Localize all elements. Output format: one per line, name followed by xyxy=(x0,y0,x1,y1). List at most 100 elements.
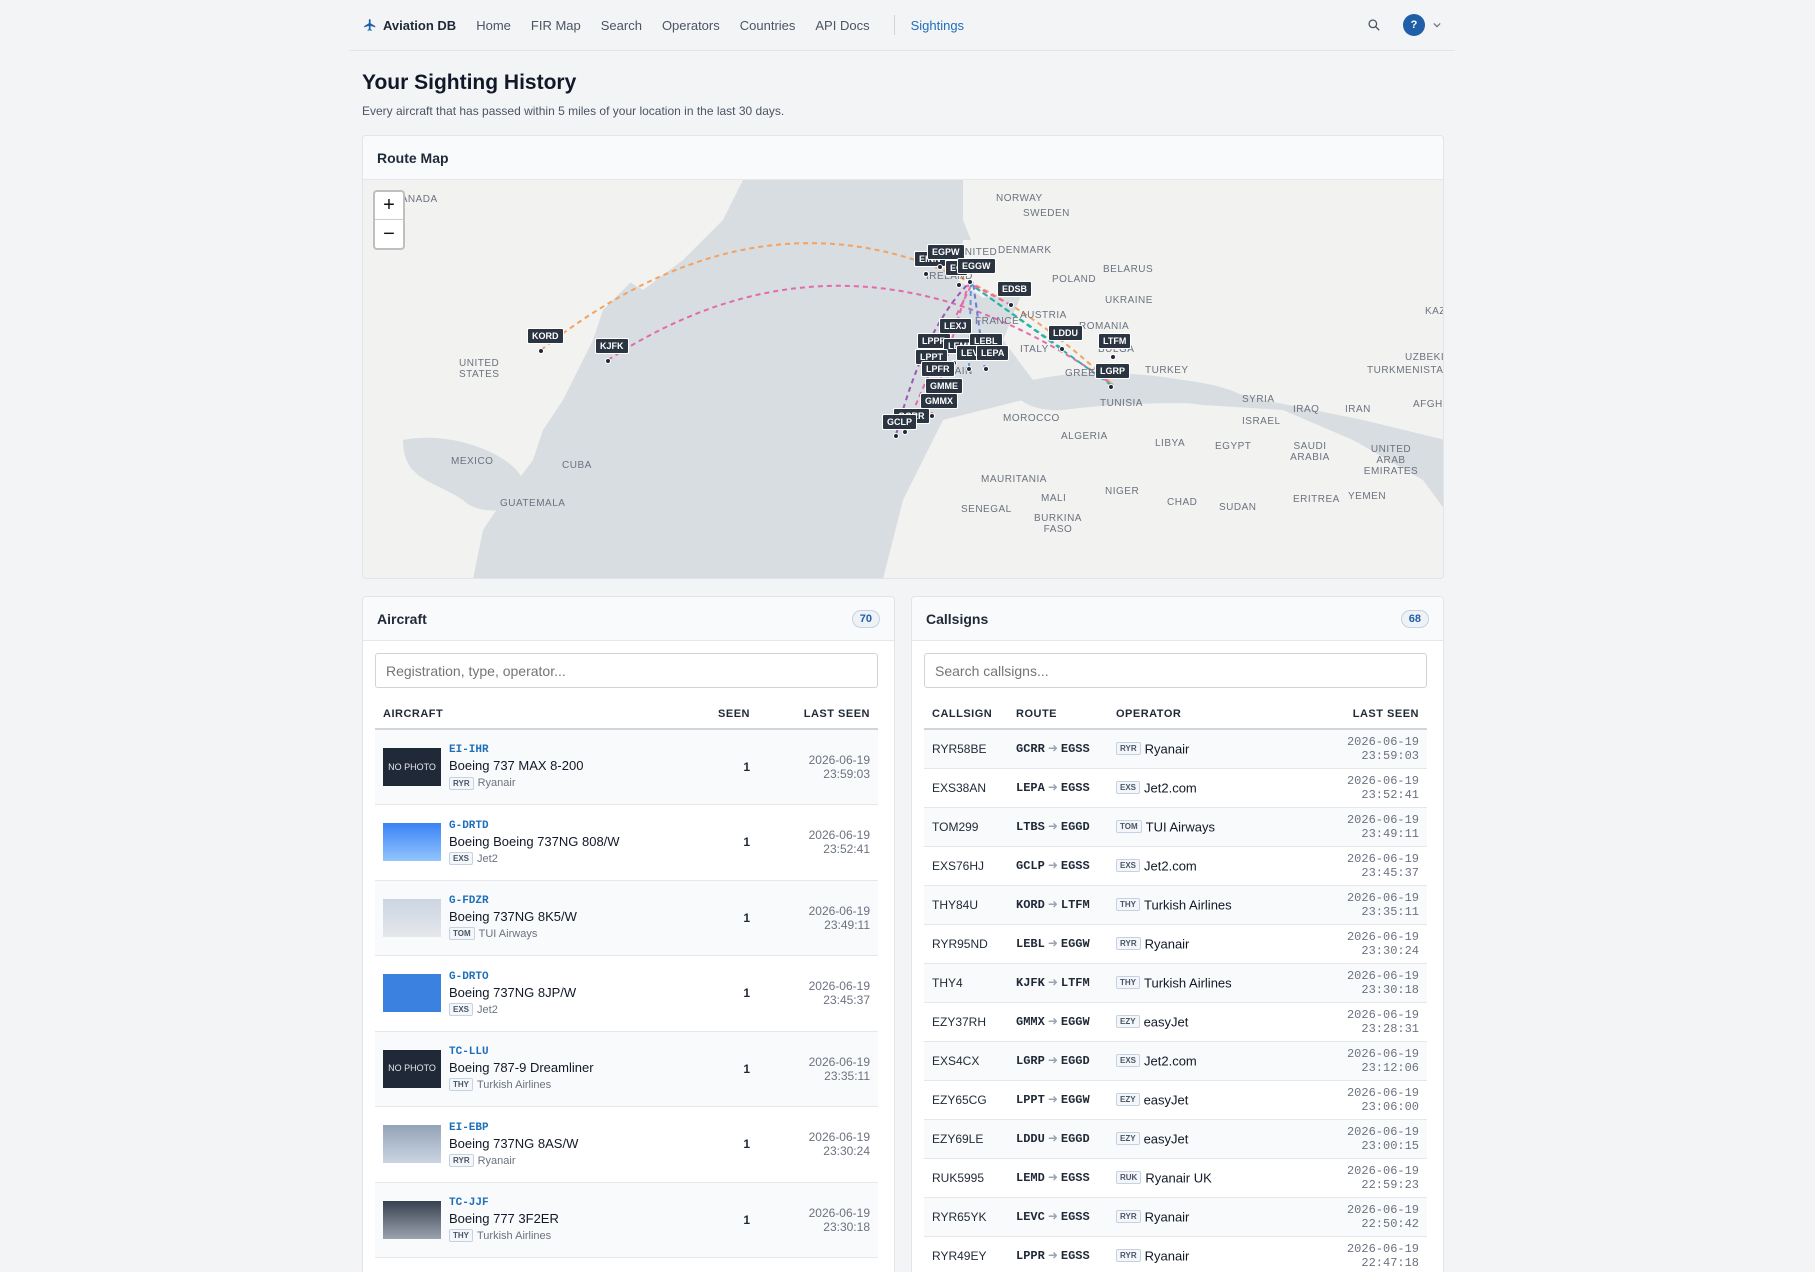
arrow-right-icon: ➜ xyxy=(1047,1132,1058,1146)
registration[interactable]: G-DRTD xyxy=(449,820,620,832)
country-label: MAURITANIA xyxy=(981,474,1047,485)
table-row[interactable]: EXS76HJ GCLP ➜ EGSS EXS Jet2.com 2026-06-19 23… xyxy=(924,846,1427,886)
search-icon[interactable] xyxy=(1367,18,1381,32)
col-aircraft[interactable]: AIRCRAFT xyxy=(375,698,688,730)
airport-dot[interactable] xyxy=(956,282,962,288)
nav-search[interactable]: Search xyxy=(601,18,642,33)
operator: THY Turkish Airlines xyxy=(1108,885,1297,925)
table-row[interactable]: EZY69LE LDDU ➜ EGGD EZY easyJet 2026-06-19 23:… xyxy=(924,1119,1427,1159)
airport-dot[interactable] xyxy=(1110,354,1116,360)
callsign[interactable]: RYR58BE xyxy=(924,729,1008,769)
airport-label-lgrp[interactable]: LGRP xyxy=(1095,363,1131,379)
airport-label-gmmx[interactable]: GMMX xyxy=(920,393,958,409)
operator-code: EXS xyxy=(449,1002,474,1016)
nav-home[interactable]: Home xyxy=(476,18,511,33)
airport-dot[interactable] xyxy=(893,433,899,439)
table-row[interactable]: EI-EBP Boeing 737NG 8AS/W RYR Ryanair 1 202… xyxy=(375,1106,878,1183)
registration[interactable]: EI-EBP xyxy=(449,1122,578,1134)
airport-dot[interactable] xyxy=(923,271,929,277)
callsign[interactable]: RUK5995 xyxy=(924,1158,1008,1198)
airport-dot[interactable] xyxy=(967,279,973,285)
airport-dot[interactable] xyxy=(983,366,989,372)
callsign[interactable]: THY84U xyxy=(924,885,1008,925)
airport-label-eggw[interactable]: EGGW xyxy=(957,258,996,274)
table-row[interactable]: NO PHOTO EI-IHR Boeing 737 MAX 8-200 RYR Rya… xyxy=(375,729,878,805)
airport-dot[interactable] xyxy=(937,264,943,270)
col-callsign[interactable]: CALLSIGN xyxy=(924,698,1008,730)
callsign[interactable]: TOM299 xyxy=(924,807,1008,847)
airport-label-lddu[interactable]: LDDU xyxy=(1048,325,1083,341)
table-row[interactable]: RYR65YK LEVC ➜ EGSS RYR Ryanair 2026-06-19 22:… xyxy=(924,1197,1427,1237)
airport-dot[interactable] xyxy=(966,366,972,372)
airport-dot[interactable] xyxy=(929,413,935,419)
table-row[interactable]: EZY65CG LPPT ➜ EGGW EZY easyJet 2026-06-19 23:… xyxy=(924,1080,1427,1120)
nav-countries[interactable]: Countries xyxy=(740,18,796,33)
registration[interactable]: G-DRTO xyxy=(449,971,576,983)
route-destination: EGSS xyxy=(1060,1249,1090,1263)
col-seen[interactable]: SEEN xyxy=(688,698,758,730)
col-operator[interactable]: OPERATOR xyxy=(1108,698,1297,730)
airport-dot[interactable] xyxy=(538,348,544,354)
registration[interactable]: TC-LLU xyxy=(449,1046,594,1058)
table-row[interactable]: RYR58BE GCRR ➜ EGSS RYR Ryanair 2026-06-19 23:… xyxy=(924,729,1427,769)
route-map[interactable]: + − CANADA UNITED STATES MEXICO CUBA GUA… xyxy=(363,180,1443,578)
table-row[interactable]: RYR95ND LEBL ➜ EGGW RYR Ryanair 2026-06-19 23:… xyxy=(924,924,1427,964)
airport-label-ltfm[interactable]: LTFM xyxy=(1098,333,1132,349)
callsign[interactable]: EZY69LE xyxy=(924,1119,1008,1159)
col-last-seen[interactable]: LAST SEEN xyxy=(758,698,878,730)
help-avatar[interactable]: ? xyxy=(1403,14,1425,36)
table-row[interactable]: G-DRTO Boeing 737NG 8JP/W EXS Jet2 1 2026-0… xyxy=(375,955,878,1032)
user-menu[interactable]: ? xyxy=(1403,14,1441,36)
airport-label-lexj[interactable]: LEXJ xyxy=(939,318,972,334)
zoom-out-button[interactable]: − xyxy=(375,220,403,248)
callsign[interactable]: EXS38AN xyxy=(924,768,1008,808)
table-row[interactable]: TC-JJF Boeing 777 3F2ER THY Turkish Airline… xyxy=(375,1182,878,1258)
col-last-seen[interactable]: LAST SEEN xyxy=(1297,698,1427,730)
airport-label-kjfk[interactable]: KJFK xyxy=(595,338,629,354)
registration[interactable]: TC-JJF xyxy=(449,1197,559,1209)
callsign-search-input[interactable] xyxy=(924,653,1427,688)
table-row[interactable]: THY84U KORD ➜ LTFM THY Turkish Airlines 2026-0… xyxy=(924,885,1427,925)
callsign[interactable]: RYR49EY xyxy=(924,1236,1008,1272)
callsign[interactable]: THY4 xyxy=(924,963,1008,1003)
airport-dot[interactable] xyxy=(1108,384,1114,390)
callsign[interactable]: RYR95ND xyxy=(924,924,1008,964)
table-row[interactable]: EZY37RH GMMX ➜ EGGW EZY easyJet 2026-06-19 23:… xyxy=(924,1002,1427,1042)
airport-dot[interactable] xyxy=(605,358,611,364)
airport-dot[interactable] xyxy=(1059,346,1065,352)
nav-operators[interactable]: Operators xyxy=(662,18,720,33)
airport-label-gclp[interactable]: GCLP xyxy=(882,414,918,430)
table-row[interactable]: RUK5995 LEMD ➜ EGSS RUK Ryanair UK 2026-06-19 … xyxy=(924,1158,1427,1198)
table-row[interactable]: G-DRTD Boeing Boeing 737NG 808/W EXS Jet2 1… xyxy=(375,804,878,881)
table-row[interactable]: RYR49EY LPPR ➜ EGSS RYR Ryanair 2026-06-19 22:… xyxy=(924,1236,1427,1272)
col-route[interactable]: ROUTE xyxy=(1008,698,1108,730)
table-row[interactable]: NO PHOTO TC-LLU Boeing 787-9 Dreamliner THY… xyxy=(375,1031,878,1107)
airport-label-kord[interactable]: KORD xyxy=(527,328,564,344)
airport-label-gmme[interactable]: GMME xyxy=(925,378,963,394)
zoom-in-button[interactable]: + xyxy=(375,192,403,220)
airport-label-lpfr[interactable]: LPFR xyxy=(921,361,955,377)
nav-fir-map[interactable]: FIR Map xyxy=(531,18,581,33)
callsign[interactable]: RYR65YK xyxy=(924,1197,1008,1237)
table-row[interactable]: TOM299 LTBS ➜ EGGD TOM TUI Airways 2026-06-19 … xyxy=(924,807,1427,847)
airport-dot[interactable] xyxy=(1008,302,1014,308)
brand[interactable]: Aviation DB xyxy=(363,18,456,33)
callsign[interactable]: EZY37RH xyxy=(924,1002,1008,1042)
operator-code: RYR xyxy=(449,776,474,790)
nav-sightings[interactable]: Sightings xyxy=(911,18,964,33)
aircraft-search-input[interactable] xyxy=(375,653,878,688)
registration[interactable]: G-FDZR xyxy=(449,895,577,907)
registration[interactable]: EI-IHR xyxy=(449,744,583,756)
airport-label-lepa[interactable]: LEPA xyxy=(976,345,1010,361)
table-row[interactable]: EXS4CX LGRP ➜ EGGD EXS Jet2.com 2026-06-19 23:… xyxy=(924,1041,1427,1081)
nav-api-docs[interactable]: API Docs xyxy=(815,18,869,33)
callsign[interactable]: EZY65CG xyxy=(924,1080,1008,1120)
route-destination: EGSS xyxy=(1060,859,1090,873)
airport-label-edsb[interactable]: EDSB xyxy=(997,281,1033,297)
table-row[interactable]: THY4 KJFK ➜ LTFM THY Turkish Airlines 2026-06-… xyxy=(924,963,1427,1003)
table-row[interactable]: G-FDZR Boeing 737NG 8K5/W TOM TUI Airways 1… xyxy=(375,880,878,956)
callsign[interactable]: EXS76HJ xyxy=(924,846,1008,886)
table-row[interactable]: EXS38AN LEPA ➜ EGSS EXS Jet2.com 2026-06-19 23… xyxy=(924,768,1427,808)
operator-name: Jet2.com xyxy=(1144,858,1197,874)
callsign[interactable]: EXS4CX xyxy=(924,1041,1008,1081)
